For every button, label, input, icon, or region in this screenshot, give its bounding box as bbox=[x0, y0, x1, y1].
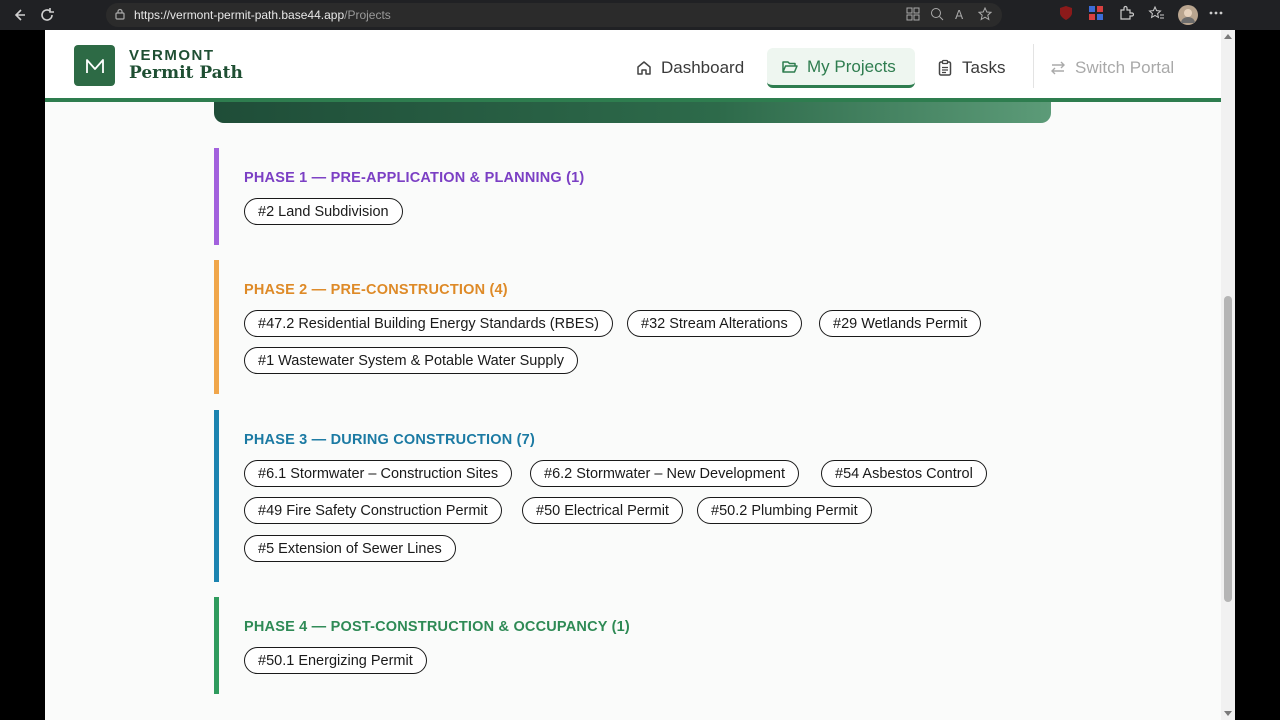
permit-chip[interactable]: #6.1 Stormwater – Construction Sites bbox=[244, 460, 513, 487]
phase-1-section: PHASE 1 — PRE-APPLICATION & PLANNING (1)… bbox=[214, 148, 584, 245]
reload-icon[interactable] bbox=[36, 4, 58, 26]
permit-chip[interactable]: #49 Fire Safety Construction Permit bbox=[244, 497, 502, 524]
nav-my-projects-label: My Projects bbox=[807, 56, 896, 76]
permit-chip[interactable]: #1 Wastewater System & Potable Water Sup… bbox=[244, 347, 578, 374]
scroll-down-arrow-icon[interactable] bbox=[1224, 711, 1232, 716]
permit-chip[interactable]: #54 Asbestos Control bbox=[821, 460, 987, 487]
nav-tasks[interactable]: Tasks bbox=[936, 48, 1005, 88]
extensions-puzzle-icon[interactable] bbox=[1118, 5, 1136, 23]
page-scrollbar[interactable] bbox=[1221, 30, 1235, 720]
window-edge bbox=[1235, 30, 1280, 720]
phase-3-section: PHASE 3 — DURING CONSTRUCTION (7) #6.1 S… bbox=[214, 410, 987, 582]
nav-switch-portal[interactable]: Switch Portal bbox=[1049, 48, 1174, 88]
scroll-thumb[interactable] bbox=[1224, 296, 1232, 602]
hero-banner bbox=[214, 102, 1051, 123]
zoom-icon[interactable] bbox=[930, 7, 946, 23]
favorite-star-icon[interactable] bbox=[977, 6, 994, 23]
phase-4-section: PHASE 4 — POST-CONSTRUCTION & OCCUPANCY … bbox=[214, 597, 630, 694]
permit-chip[interactable]: #2 Land Subdivision bbox=[244, 198, 403, 225]
phase-4-title: PHASE 4 — POST-CONSTRUCTION & OCCUPANCY … bbox=[244, 619, 630, 635]
phase-3-title: PHASE 3 — DURING CONSTRUCTION (7) bbox=[244, 432, 535, 448]
brand-line1: VERMONT bbox=[129, 47, 215, 64]
permit-chip[interactable]: #5 Extension of Sewer Lines bbox=[244, 535, 456, 562]
apps-icon[interactable] bbox=[906, 7, 922, 23]
home-icon bbox=[637, 61, 651, 75]
folder-open-icon bbox=[782, 60, 798, 73]
permit-chip[interactable]: #6.2 Stormwater – New Development bbox=[530, 460, 799, 487]
mountain-logo-icon[interactable] bbox=[74, 45, 115, 86]
phase-1-title: PHASE 1 — PRE-APPLICATION & PLANNING (1) bbox=[244, 170, 585, 186]
clipboard-icon bbox=[938, 59, 952, 76]
ublock-extension-icon[interactable] bbox=[1058, 5, 1076, 23]
browser-toolbar: https://vermont-permit-path.base44.app/P… bbox=[0, 0, 1280, 30]
favorites-icon[interactable] bbox=[1148, 5, 1166, 23]
phase-2-title: PHASE 2 — PRE-CONSTRUCTION (4) bbox=[244, 282, 508, 298]
permit-chip[interactable]: #50.1 Energizing Permit bbox=[244, 647, 427, 674]
nav-dashboard-label: Dashboard bbox=[661, 58, 745, 77]
brand-line2: Permit Path bbox=[129, 63, 243, 83]
phase-2-section: PHASE 2 — PRE-CONSTRUCTION (4) #47.2 Res… bbox=[214, 260, 982, 394]
permit-chip[interactable]: #50.2 Plumbing Permit bbox=[697, 497, 872, 524]
read-aloud-icon[interactable]: A bbox=[954, 7, 970, 23]
permit-chip[interactable]: #32 Stream Alterations bbox=[627, 310, 802, 337]
nav-dashboard[interactable]: Dashboard bbox=[635, 48, 744, 88]
page-viewport: VERMONT Permit Path Dashboard My Project… bbox=[45, 30, 1221, 720]
scroll-up-arrow-icon[interactable] bbox=[1224, 34, 1232, 39]
back-icon[interactable] bbox=[8, 4, 30, 26]
nav-tasks-label: Tasks bbox=[962, 58, 1006, 77]
site-info-icon[interactable] bbox=[114, 8, 126, 23]
permit-chip[interactable]: #47.2 Residential Building Energy Standa… bbox=[244, 310, 613, 337]
app-header: VERMONT Permit Path Dashboard My Project… bbox=[45, 30, 1221, 102]
extension-grid-icon[interactable] bbox=[1088, 5, 1106, 23]
address-bar[interactable]: https://vermont-permit-path.base44.app/P… bbox=[106, 3, 1002, 27]
url-path: /Projects bbox=[344, 8, 391, 22]
nav-switch-portal-label: Switch Portal bbox=[1075, 58, 1175, 77]
profile-avatar[interactable] bbox=[1178, 5, 1198, 25]
switch-arrows-icon bbox=[1051, 61, 1065, 75]
url-host: https://vermont-permit-path.base44.app bbox=[134, 8, 345, 22]
more-menu-icon[interactable] bbox=[1208, 5, 1226, 23]
nav-divider bbox=[1033, 44, 1034, 88]
permit-chip[interactable]: #29 Wetlands Permit bbox=[819, 310, 982, 337]
nav-my-projects[interactable]: My Projects bbox=[767, 48, 915, 88]
svg-text:A: A bbox=[955, 8, 964, 21]
permit-chip[interactable]: #50 Electrical Permit bbox=[522, 497, 683, 524]
